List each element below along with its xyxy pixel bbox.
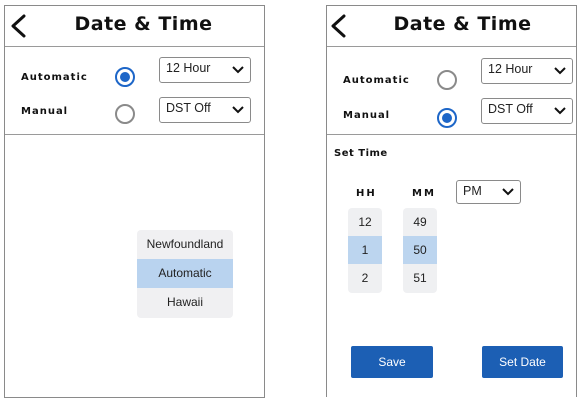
hour-format-value: 12 Hour: [166, 61, 211, 75]
date-time-screen-manual: Date & Time Automatic 12 Hour Manual DST…: [326, 5, 577, 397]
manual-radio[interactable]: [115, 104, 135, 124]
timezone-option-newfoundland[interactable]: Newfoundland: [137, 230, 233, 259]
page-title: Date & Time: [74, 13, 213, 35]
timezone-option-hawaii[interactable]: Hawaii: [137, 288, 233, 317]
dst-select[interactable]: DST Off: [159, 97, 251, 123]
timezone-option-automatic[interactable]: Automatic: [137, 259, 233, 288]
manual-label: Manual: [21, 106, 69, 117]
set-date-button[interactable]: Set Date: [482, 346, 563, 378]
minute-option-selected[interactable]: 50: [403, 236, 437, 264]
manual-radio[interactable]: [437, 108, 457, 128]
hour-picker[interactable]: 12 1 2: [348, 208, 382, 293]
hour-format-select[interactable]: 12 Hour: [481, 58, 573, 84]
automatic-label: Automatic: [343, 75, 410, 86]
date-time-screen-automatic: Date & Time Automatic 12 Hour Manual DST…: [4, 5, 265, 398]
hour-column-label: HH: [356, 188, 377, 199]
dst-value: DST Off: [488, 102, 533, 116]
minute-picker[interactable]: 49 50 51: [403, 208, 437, 293]
am-pm-value: PM: [463, 184, 482, 198]
hour-format-value: 12 Hour: [488, 62, 533, 76]
dst-select[interactable]: DST Off: [481, 98, 573, 124]
automatic-radio[interactable]: [115, 67, 135, 87]
chevron-down-icon: [554, 67, 566, 75]
page-title: Date & Time: [393, 13, 532, 35]
header: Date & Time: [5, 6, 264, 47]
header: Date & Time: [327, 6, 576, 47]
timezone-picker[interactable]: Newfoundland Automatic Hawaii: [137, 230, 233, 318]
hour-format-select[interactable]: 12 Hour: [159, 57, 251, 83]
chevron-down-icon: [232, 106, 244, 114]
automatic-radio[interactable]: [437, 70, 457, 90]
minute-option[interactable]: 51: [403, 264, 437, 292]
minute-column-label: MM: [412, 188, 436, 199]
hour-option-selected[interactable]: 1: [348, 236, 382, 264]
mode-settings: Automatic 12 Hour Manual DST Off: [327, 46, 576, 135]
save-button[interactable]: Save: [351, 346, 433, 378]
chevron-down-icon: [232, 66, 244, 74]
chevron-down-icon: [502, 188, 514, 196]
minute-option[interactable]: 49: [403, 208, 437, 236]
hour-option[interactable]: 12: [348, 208, 382, 236]
chevron-down-icon: [554, 107, 566, 115]
manual-label: Manual: [343, 110, 391, 121]
automatic-label: Automatic: [21, 72, 88, 83]
am-pm-select[interactable]: PM: [456, 180, 521, 204]
dst-value: DST Off: [166, 101, 211, 115]
hour-option[interactable]: 2: [348, 264, 382, 292]
set-time-label: Set Time: [334, 148, 388, 159]
mode-settings: Automatic 12 Hour Manual DST Off: [5, 46, 264, 135]
